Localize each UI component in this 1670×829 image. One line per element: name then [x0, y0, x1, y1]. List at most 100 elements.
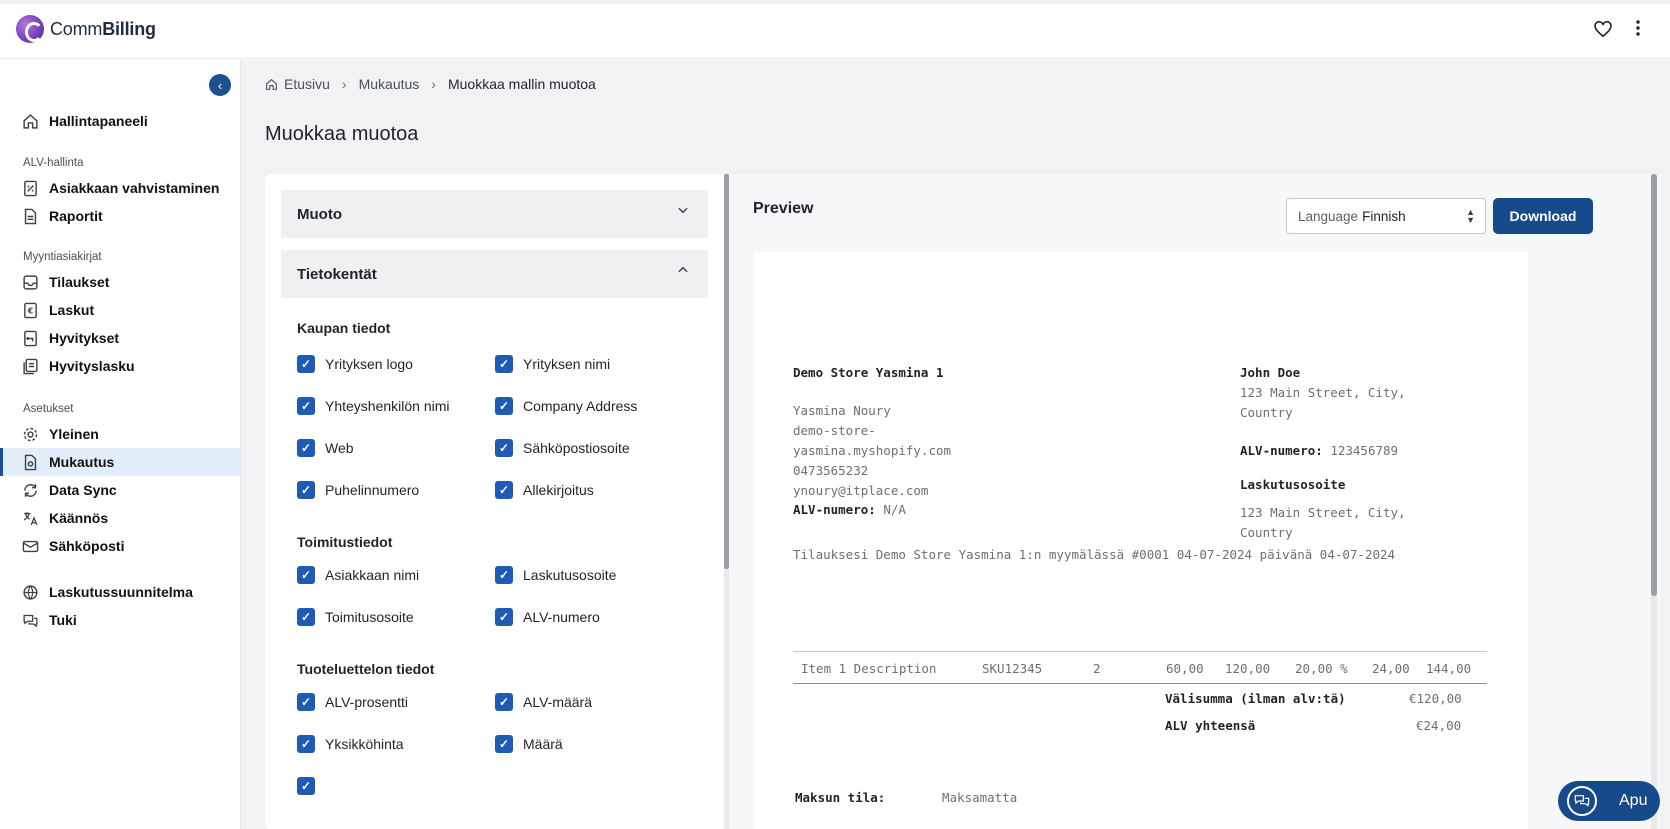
download-button[interactable]: Download — [1493, 198, 1593, 234]
sidebar-item-credit-notes[interactable]: Hyvityslasku — [0, 352, 240, 380]
payment-status-label: Maksun tila: — [795, 790, 886, 805]
billing-title: Laskutusosoite — [1240, 477, 1346, 492]
store-vat: ALV-numero: N/A — [793, 502, 906, 517]
checkbox-customer-name[interactable]: ✓ Asiakkaan nimi — [297, 566, 419, 584]
accordion-fields[interactable]: Tietokentät — [281, 250, 708, 298]
checkbox-vat-percent[interactable]: ✓ ALV-prosentti — [297, 693, 408, 711]
subtotal-label: Välisumma (ilman alv:tä) — [1165, 691, 1346, 706]
select-arrows-icon: ▲ ▼ — [1466, 207, 1475, 225]
checkmark-icon: ✓ — [297, 693, 315, 711]
checkbox-label: Yhteyshenkilön nimi — [325, 398, 450, 414]
custom-document-icon — [22, 454, 39, 471]
logo-text: CommBilling — [50, 18, 156, 39]
accordion-title: Muoto — [297, 205, 342, 223]
logo-icon — [16, 15, 44, 43]
breadcrumb-parent[interactable]: Mukautus — [359, 76, 420, 92]
chat-icon — [22, 612, 39, 629]
accordion-format[interactable]: Muoto — [281, 190, 708, 238]
store-web-line-2: yasmina.myshopify.com — [793, 443, 952, 458]
preview-panel: Preview Language Finnish ▲ ▼ Download Dem… — [729, 174, 1660, 829]
chevron-right-icon: › — [341, 76, 347, 92]
heart-icon[interactable] — [1594, 20, 1612, 42]
store-name: Demo Store Yasmina 1 — [793, 365, 944, 380]
checkbox-shipping-address[interactable]: ✓ Toimitusosoite — [297, 608, 414, 626]
checkbox-unit-price[interactable]: ✓ Yksikköhinta — [297, 735, 404, 753]
sidebar-item-data-sync[interactable]: Data Sync — [0, 476, 240, 504]
sidebar-item-reports[interactable]: Raportit — [0, 202, 240, 230]
checkmark-icon: ✓ — [495, 481, 513, 499]
language-select[interactable]: Language Finnish ▲ ▼ — [1286, 198, 1486, 234]
scrollbar-thumb[interactable] — [1651, 174, 1657, 596]
checkbox-billing-address[interactable]: ✓ Laskutusosoite — [495, 566, 616, 584]
checkbox-web[interactable]: ✓ Web — [297, 439, 354, 457]
checkmark-icon: ✓ — [495, 439, 513, 457]
sidebar-item-email[interactable]: Sähköposti — [0, 532, 240, 560]
sidebar-item-customer-verification[interactable]: Asiakkaan vahvistaminen — [0, 174, 240, 202]
chat-bubbles-icon — [1567, 786, 1597, 816]
checkmark-icon: ✓ — [297, 481, 315, 499]
checkbox-label: Sähköpostiosoite — [523, 440, 630, 456]
subtotal-value: €120,00 — [1409, 691, 1462, 706]
checkbox-label: Toimitusosoite — [325, 609, 414, 625]
checkmark-icon: ✓ — [495, 735, 513, 753]
billing-address-line-1: 123 Main Street, City, — [1240, 505, 1406, 520]
checkbox-vat-number[interactable]: ✓ ALV-numero — [495, 608, 600, 626]
settings-panel: Muoto Tietokentät Kaupan tiedot ✓ Yrityks… — [265, 174, 724, 829]
sidebar-item-refunds[interactable]: Hyvitykset — [0, 324, 240, 352]
checkbox-company-name[interactable]: ✓ Yrityksen nimi — [495, 355, 610, 373]
sidebar-item-translation[interactable]: Käännös — [0, 504, 240, 532]
checkbox-email[interactable]: ✓ Sähköpostiosoite — [495, 439, 630, 457]
more-vertical-icon[interactable] — [1636, 20, 1640, 41]
language-label: Language — [1298, 208, 1359, 224]
checkmark-icon: ✓ — [495, 355, 513, 373]
globe-icon — [22, 584, 39, 601]
breadcrumb-current: Muokkaa mallin muotoa — [447, 76, 596, 92]
checkbox-company-logo[interactable]: ✓ Yrityksen logo — [297, 355, 413, 373]
item-total: 144,00 — [1426, 661, 1472, 676]
preview-scrollbar[interactable] — [1651, 174, 1657, 829]
checkbox-label: Määrä — [523, 736, 563, 752]
language-value: Finnish — [1362, 208, 1406, 224]
checkbox-company-address[interactable]: ✓ Company Address — [495, 397, 637, 415]
sidebar-item-label: Hyvitykset — [49, 330, 120, 346]
sidebar-item-label: Laskut — [49, 302, 95, 318]
sidebar-item-label: Yleinen — [49, 426, 99, 442]
checkbox-vat-amount[interactable]: ✓ ALV-määrä — [495, 693, 592, 711]
sidebar-item-orders[interactable]: Tilaukset — [0, 268, 240, 296]
sidebar-item-customization[interactable]: Mukautus — [0, 448, 240, 476]
sidebar-item-label: Mukautus — [49, 454, 115, 470]
checkbox-contact-name[interactable]: ✓ Yhteyshenkilön nimi — [297, 397, 450, 415]
sidebar-item-invoices[interactable]: € Laskut — [0, 296, 240, 324]
sidebar-item-general[interactable]: Yleinen — [0, 420, 240, 448]
checkbox-phone[interactable]: ✓ Puhelinnumero — [297, 481, 419, 499]
item-description: Item 1 Description — [801, 661, 937, 676]
sidebar-item-dashboard[interactable]: Hallintapaneeli — [0, 107, 240, 135]
help-button[interactable]: Apu — [1558, 781, 1660, 821]
home-icon[interactable] — [265, 78, 278, 91]
checkbox-partial[interactable]: ✓ — [297, 777, 325, 795]
checkbox-label: Company Address — [523, 398, 638, 414]
app-logo[interactable]: CommBilling — [16, 15, 156, 43]
top-bar: CommBilling — [0, 4, 1670, 59]
checkmark-icon: ✓ — [297, 566, 315, 584]
home-icon — [22, 113, 39, 130]
mail-icon — [22, 538, 39, 555]
sidebar-item-billing-plan[interactable]: Laskutussuunnitelma — [0, 578, 240, 606]
sidebar-item-support[interactable]: Tuki — [0, 606, 240, 634]
editor-card: Muoto Tietokentät Kaupan tiedot ✓ Yrityks… — [265, 174, 1660, 829]
sidebar-item-label: Raportit — [49, 208, 103, 224]
table-bottom-border — [793, 683, 1487, 684]
checkbox-signature[interactable]: ✓ Allekirjoitus — [495, 481, 594, 499]
breadcrumb-home[interactable]: Etusivu — [284, 76, 330, 92]
checkbox-quantity[interactable]: ✓ Määrä — [495, 735, 563, 753]
sidebar-item-label: Tuki — [49, 612, 77, 628]
accordion-title: Tietokentät — [297, 265, 377, 283]
gear-icon — [22, 426, 39, 443]
sidebar-collapse-button[interactable]: ‹ — [209, 74, 231, 96]
checkbox-label: Puhelinnumero — [325, 482, 420, 498]
checkmark-icon: ✓ — [297, 355, 315, 373]
checkbox-label: Laskutusosoite — [523, 567, 617, 583]
sidebar-section-vat: ALV-hallinta — [23, 157, 84, 169]
checkmark-icon: ✓ — [495, 397, 513, 415]
customer-address-line-1: 123 Main Street, City, — [1240, 385, 1406, 400]
